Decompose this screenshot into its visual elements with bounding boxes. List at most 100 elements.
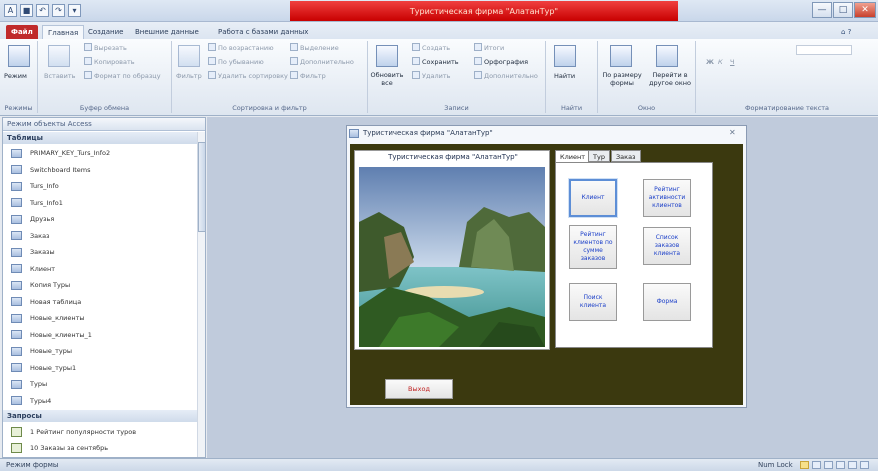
nav-item-label: Новые_клиенты_1 (30, 330, 92, 339)
find-button[interactable]: Найти (554, 71, 575, 81)
remove-sort-label: Удалить сортировку (218, 72, 288, 80)
window-title: Туристическая фирма "АлатанТур" (290, 1, 678, 21)
redo-icon[interactable]: ↷ (52, 4, 65, 17)
fit-form-button[interactable]: По размеру формы (600, 71, 644, 87)
save-icon[interactable]: ■ (20, 4, 33, 17)
tab-database-tools[interactable]: Работа с базами данных (213, 25, 313, 39)
access-app-icon[interactable]: A (4, 4, 17, 17)
nav-item-table[interactable]: Switchboard Items (11, 162, 197, 178)
save-record-button[interactable]: Сохранить (412, 57, 459, 67)
client-order-sum-rating-button[interactable]: Рейтинг клиентов по сумме заказов (569, 225, 617, 269)
nav-item-table[interactable]: PRIMARY_KEY_Turs_Info2 (11, 145, 197, 161)
delete-record-label: Удалить (422, 72, 451, 80)
design-view-icon[interactable] (860, 461, 869, 469)
pivot-view-icon[interactable] (836, 461, 845, 469)
spelling-button[interactable]: Орфография (474, 57, 528, 67)
toggle-filter-button[interactable]: Фильтр (290, 71, 326, 81)
copy-button[interactable]: Копировать (84, 57, 135, 67)
find-client-button[interactable]: Поиск клиента (569, 283, 617, 321)
totals-button[interactable]: Итоги (474, 43, 504, 53)
refresh-all-button[interactable]: Обновить все (370, 71, 404, 87)
spelling-icon (474, 57, 482, 65)
more-records-button[interactable]: Дополнительно (474, 71, 538, 81)
delete-record-button[interactable]: Удалить (412, 71, 450, 81)
client-activity-rating-button[interactable]: Рейтинг активности клиентов (643, 179, 691, 217)
nav-item-table[interactable]: Клиент (11, 261, 197, 277)
nav-scrollbar[interactable] (197, 132, 206, 457)
table-icon (11, 330, 22, 339)
datasheet-view-icon[interactable] (812, 461, 821, 469)
table-icon (11, 214, 22, 224)
nav-scrollbar-thumb[interactable] (198, 142, 206, 232)
remove-sort-icon (208, 71, 216, 79)
underline-button[interactable]: Ч (730, 57, 734, 67)
undo-icon[interactable]: ↶ (36, 4, 49, 17)
font-size-select[interactable] (796, 45, 852, 55)
nav-item-table[interactable]: Туры4 (11, 393, 197, 409)
nav-pane-header[interactable]: Режим объекты Access (3, 118, 205, 131)
exit-button[interactable]: Выход (385, 379, 453, 399)
new-record-button[interactable]: Создать (412, 43, 450, 53)
close-button[interactable]: ✕ (854, 2, 876, 18)
switch-window-button[interactable]: Перейти в другое окно (646, 71, 694, 87)
client-button[interactable]: Клиент (569, 179, 617, 217)
sort-descending-button[interactable]: По убыванию (208, 57, 264, 67)
nav-item-table[interactable]: Turs_Info1 (11, 195, 197, 211)
nav-item-table[interactable]: Новые_клиенты (11, 310, 197, 326)
form-header-title: Туристическая фирма "АлатанТур" (388, 153, 518, 161)
minimize-button[interactable]: — (812, 2, 832, 18)
table-icon (11, 363, 22, 372)
layout-view-icon[interactable] (824, 461, 833, 469)
customize-quick-access-icon[interactable]: ▾ (68, 4, 81, 17)
nav-item-table[interactable]: Заказ (11, 228, 197, 244)
nav-item-query[interactable]: 1 Рейтинг популярности туров (11, 424, 197, 440)
tab-external-data[interactable]: Внешние данные (130, 25, 204, 39)
group-text-format: Ж К Ч Форматирование текста (696, 41, 878, 113)
bold-button[interactable]: Ж (706, 57, 714, 67)
form-body: Туристическая фирма "АлатанТур" Клиент Т… (350, 144, 743, 405)
tab-order[interactable]: Заказ (611, 150, 641, 162)
tab-home[interactable]: Главная (42, 25, 85, 39)
selection-button[interactable]: Выделение (290, 43, 339, 53)
nav-item-table[interactable]: Копия Туры (11, 277, 197, 293)
chart-view-icon[interactable] (848, 461, 857, 469)
italic-button[interactable]: К (718, 57, 723, 67)
nav-section-queries[interactable]: Запросы (3, 410, 197, 422)
form-window: Туристическая фирма "АлатанТур" ✕ Турист… (346, 125, 747, 408)
nav-item-table[interactable]: Новые_туры1 (11, 360, 197, 376)
nav-item-table[interactable]: Туры (11, 376, 197, 392)
query-icon (11, 427, 22, 437)
form-button[interactable]: Форма (643, 283, 691, 321)
nav-section-tables[interactable]: Таблицы (3, 132, 197, 144)
advanced-button[interactable]: Дополнительно (290, 57, 354, 67)
format-painter-button[interactable]: Формат по образцу (84, 71, 161, 81)
help-icon[interactable]: ⌂ ? (836, 25, 856, 39)
view-button[interactable]: Режим (4, 71, 27, 81)
maximize-button[interactable]: □ (833, 2, 853, 18)
title-bar: A ■ ↶ ↷ ▾ Туристическая фирма "АлатанТур… (0, 0, 878, 22)
remove-sort-button[interactable]: Удалить сортировку (208, 71, 288, 81)
nav-item-table[interactable]: Новая таблица (11, 294, 197, 310)
sort-descending-icon (208, 57, 216, 65)
tab-tour[interactable]: Тур (588, 150, 610, 162)
tab-create[interactable]: Создание (83, 25, 128, 39)
form-close-button[interactable]: ✕ (729, 128, 736, 137)
table-icon (11, 231, 22, 240)
nav-item-table[interactable]: Новые_туры (11, 343, 197, 359)
copy-label: Копировать (94, 58, 135, 66)
nav-item-label: Копия Туры (30, 281, 71, 289)
sort-ascending-button[interactable]: По возрастанию (208, 43, 274, 53)
form-view-icon[interactable] (800, 461, 809, 469)
cut-button[interactable]: Вырезать (84, 43, 127, 53)
group-views-label: Режимы (4, 104, 33, 112)
nav-item-table[interactable]: Друзья (11, 211, 197, 227)
client-orders-list-button[interactable]: Список заказов клиента (643, 227, 691, 265)
nav-item-query[interactable]: 10 Заказы за сентябрь (11, 440, 197, 456)
tab-file[interactable]: Файл (6, 25, 38, 39)
filter-button[interactable]: Фильтр (176, 71, 202, 81)
paste-button[interactable]: Вставить (44, 71, 75, 81)
status-bar: Режим формы Num Lock (0, 458, 878, 471)
nav-item-table[interactable]: Turs_Info (11, 178, 197, 194)
nav-item-table[interactable]: Заказы (11, 244, 197, 260)
nav-item-table[interactable]: Новые_клиенты_1 (11, 327, 197, 343)
